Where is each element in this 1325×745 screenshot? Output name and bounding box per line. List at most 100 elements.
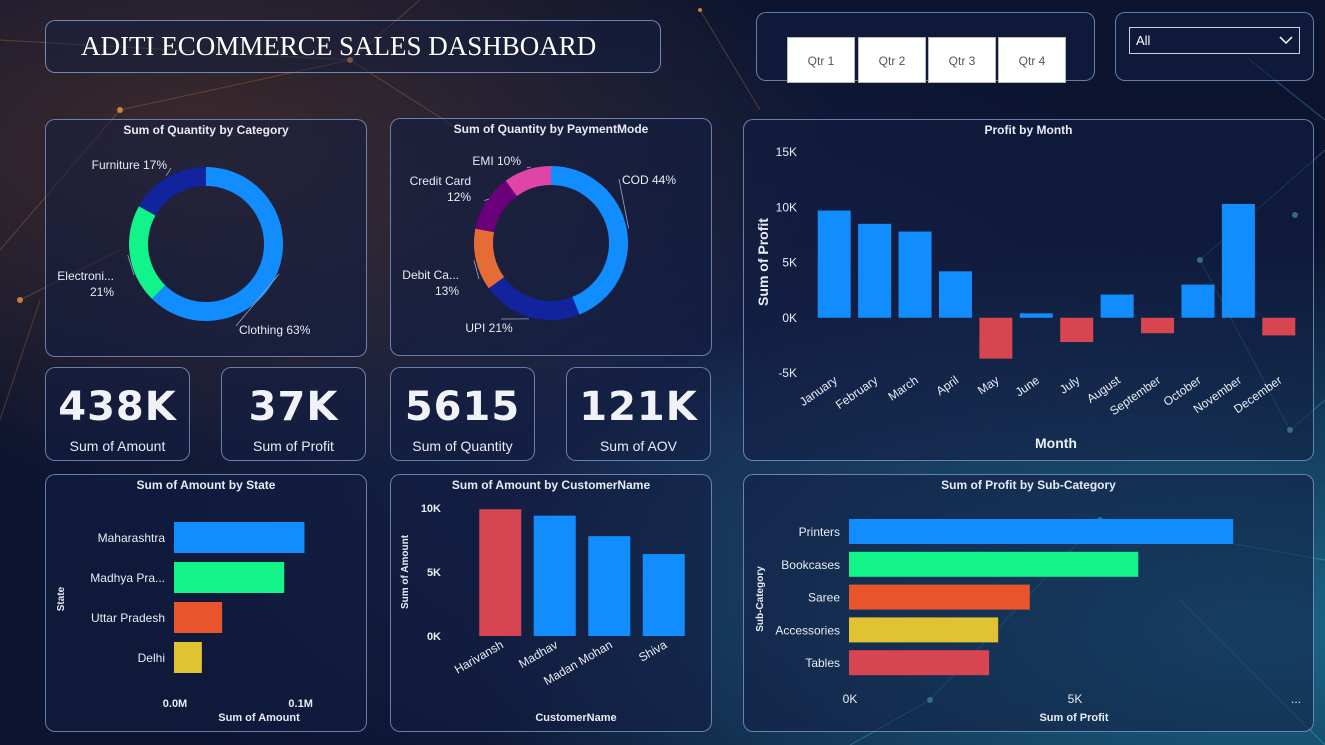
y-tick-label: Accessories <box>775 623 840 637</box>
y-tick-label: 5K <box>427 567 441 579</box>
x-tick-label: May <box>975 373 1002 397</box>
y-tick-label: Uttar Pradesh <box>91 611 165 625</box>
kpi-card-aov: 121K Sum of AOV <box>566 367 711 461</box>
bar-madan-mohan <box>588 536 631 636</box>
kpi-card-amount: 438K Sum of Amount <box>45 367 190 461</box>
bar-june <box>1019 313 1053 318</box>
y-tick-label: Saree <box>808 591 840 605</box>
chevron-down-icon <box>1279 36 1293 45</box>
kpi-value: 438K <box>58 384 177 430</box>
profit-by-subcategory-chart: Printers Bookcases Saree Accessories Tables 0… <box>755 519 1301 724</box>
bar-accessories <box>849 617 999 643</box>
profit-by-month-chart: 15K 10K 5K 0K -5K JanuaryFebruary March April Ma… <box>755 145 1296 451</box>
bar-february <box>858 223 892 318</box>
slice-label: 21% <box>90 285 114 299</box>
x-tick-label: June <box>1013 373 1043 400</box>
page-title: ADITI ECOMMERCE SALES DASHBOARD <box>81 31 597 61</box>
donut-slice-debit-card <box>474 228 505 289</box>
filter-dropdown[interactable]: All <box>1129 27 1300 54</box>
kpi-value: 5615 <box>404 384 521 430</box>
bar-bookcases <box>849 551 1139 577</box>
quarter-slicer: Qtr 1 Qtr 2 Qtr 3 Qtr 4 <box>756 12 1095 83</box>
y-axis-title: Sum of Profit <box>755 218 771 306</box>
kpi-card-quantity: 5615 Sum of Quantity <box>390 367 535 461</box>
bar-saree <box>849 584 1030 610</box>
y-tick-label: 0K <box>782 311 797 325</box>
x-axis-title: CustomerName <box>535 712 616 724</box>
kpi-value: 121K <box>579 384 698 430</box>
bar-harivansh <box>479 509 522 636</box>
bar-july <box>1060 317 1094 343</box>
bar-september <box>1141 317 1175 334</box>
x-tick-label: February <box>833 373 880 412</box>
slice-label: 12% <box>447 190 471 204</box>
title-banner: ADITI ECOMMERCE SALES DASHBOARD <box>45 20 661 73</box>
y-axis-title: Sum of Amount <box>400 534 411 609</box>
kpi-label: Sum of Quantity <box>412 438 513 454</box>
x-axis-title: Sum of Profit <box>1039 712 1108 724</box>
paymentmode-donut-chart: COD 44% UPI 21% Debit Ca... 13% Credit Card 1… <box>402 154 676 335</box>
slice-label: COD 44% <box>622 173 676 187</box>
profit-by-month-panel: Profit by Month 15K 10K 5K 0K -5K January Febr… <box>743 119 1314 461</box>
x-tick-label: 5K <box>1068 692 1083 706</box>
category-donut-chart: Clothing 63% Electroni... 21% Furniture 17% <box>57 158 310 337</box>
bar-august <box>1100 294 1134 318</box>
x-axis-title: Sum of Amount <box>218 712 300 724</box>
y-tick-label: -5K <box>778 366 797 380</box>
bar-printers <box>849 519 1234 544</box>
bar-january <box>817 210 851 318</box>
qtr3-button[interactable]: Qtr 3 <box>928 37 996 83</box>
x-tick-label: April <box>933 373 961 398</box>
quantity-by-category-panel: Sum of Quantity by Category Clothing 63%… <box>45 119 367 357</box>
y-tick-label: Maharashtra <box>98 531 166 545</box>
y-tick-label: 10K <box>421 503 441 515</box>
bar-shiva <box>642 554 685 636</box>
y-tick-label: 10K <box>776 200 797 214</box>
qtr4-button[interactable]: Qtr 4 <box>998 37 1066 83</box>
bar-madhya-pradesh <box>174 562 285 593</box>
bar-uttar-pradesh <box>174 602 223 633</box>
slice-label: EMI 10% <box>472 154 521 168</box>
x-tick-label: Madhav <box>516 637 560 670</box>
y-tick-label: Delhi <box>138 651 165 665</box>
y-axis-title: State <box>56 586 67 611</box>
kpi-card-profit: 37K Sum of Profit <box>221 367 366 461</box>
amount-by-state-panel: Sum of Amount by State Maharashtra Madhya… <box>45 474 367 732</box>
bar-delhi <box>174 642 202 673</box>
slice-label: Furniture 17% <box>92 158 168 172</box>
kpi-value: 37K <box>248 384 339 430</box>
slice-label: UPI 21% <box>465 321 513 335</box>
qtr1-button[interactable]: Qtr 1 <box>787 37 855 83</box>
leader-line <box>526 166 532 169</box>
x-tick-label: ... <box>1291 692 1301 706</box>
slice-label: Credit Card <box>410 174 471 188</box>
y-tick-label: 0K <box>427 631 441 643</box>
quantity-by-paymentmode-panel: Sum of Quantity by PaymentMode COD 44% UP… <box>390 118 712 356</box>
donut-slice-furniture <box>138 167 206 216</box>
bar-april <box>938 271 972 318</box>
y-tick-label: 15K <box>776 145 797 159</box>
x-tick-label: 0.1M <box>288 698 312 710</box>
x-tick-label: Shiva <box>636 637 669 664</box>
x-tick-label: Harivansh <box>452 637 506 676</box>
slice-label: Debit Ca... <box>402 268 459 282</box>
slice-label: 13% <box>435 284 459 298</box>
y-tick-label: 5K <box>782 256 797 270</box>
x-axis-title: Month <box>1035 435 1077 451</box>
bar-november <box>1221 203 1255 318</box>
y-tick-label: Printers <box>799 525 840 539</box>
bar-october <box>1181 284 1215 318</box>
kpi-label: Sum of AOV <box>599 438 678 454</box>
x-tick-label: 0.0M <box>163 698 187 710</box>
qtr2-button[interactable]: Qtr 2 <box>858 37 926 83</box>
donut-slice-electronics <box>129 206 166 299</box>
y-tick-label: Bookcases <box>781 558 840 572</box>
bar-maharashtra <box>174 522 305 553</box>
dropdown-value: All <box>1136 33 1151 48</box>
y-tick-label: Tables <box>805 656 840 670</box>
amount-by-customer-chart: 10K5K0KHarivansh MadhavMadan Mohan ShivaSu… <box>400 503 685 724</box>
kpi-label: Sum of Amount <box>69 438 166 454</box>
donut-slice-cod <box>551 166 628 315</box>
amount-by-state-chart: Maharashtra Madhya Pra... Uttar Pradesh Del… <box>56 522 313 724</box>
bar-tables <box>849 650 990 676</box>
